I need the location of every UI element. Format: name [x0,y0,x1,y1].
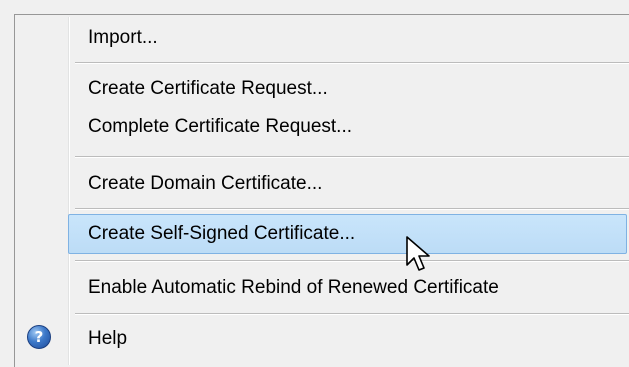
menu-separator [75,208,629,210]
mouse-pointer-icon [406,236,430,271]
menu-item-complete-certificate-request[interactable]: Complete Certificate Request... [17,108,629,146]
menu-item-import[interactable]: Import... [17,19,629,57]
context-menu: Import... Create Certificate Request... … [14,14,629,367]
menu-separator [75,313,629,315]
menu-separator [75,62,629,64]
menu-item-label: Create Self-Signed Certificate... [88,223,356,244]
menu-item-label: Create Domain Certificate... [88,173,323,194]
menu-item-create-certificate-request[interactable]: Create Certificate Request... [17,70,629,108]
menu-item-enable-automatic-rebind[interactable]: Enable Automatic Rebind of Renewed Certi… [17,269,629,307]
menu-item-label: Help [88,328,128,349]
menu-item-label: Enable Automatic Rebind of Renewed Certi… [88,277,499,298]
menu-item-create-domain-certificate[interactable]: Create Domain Certificate... [17,165,629,203]
menu-item-help[interactable]: ? Help [17,320,629,358]
help-icon: ? [27,325,51,349]
menu-separator [75,156,629,158]
menu-item-label: Import... [88,27,158,48]
menu-item-label: Complete Certificate Request... [88,116,353,137]
menu-item-create-self-signed-certificate[interactable]: Create Self-Signed Certificate... [68,214,627,254]
menu-separator [75,260,629,262]
menu-item-label: Create Certificate Request... [88,78,328,99]
